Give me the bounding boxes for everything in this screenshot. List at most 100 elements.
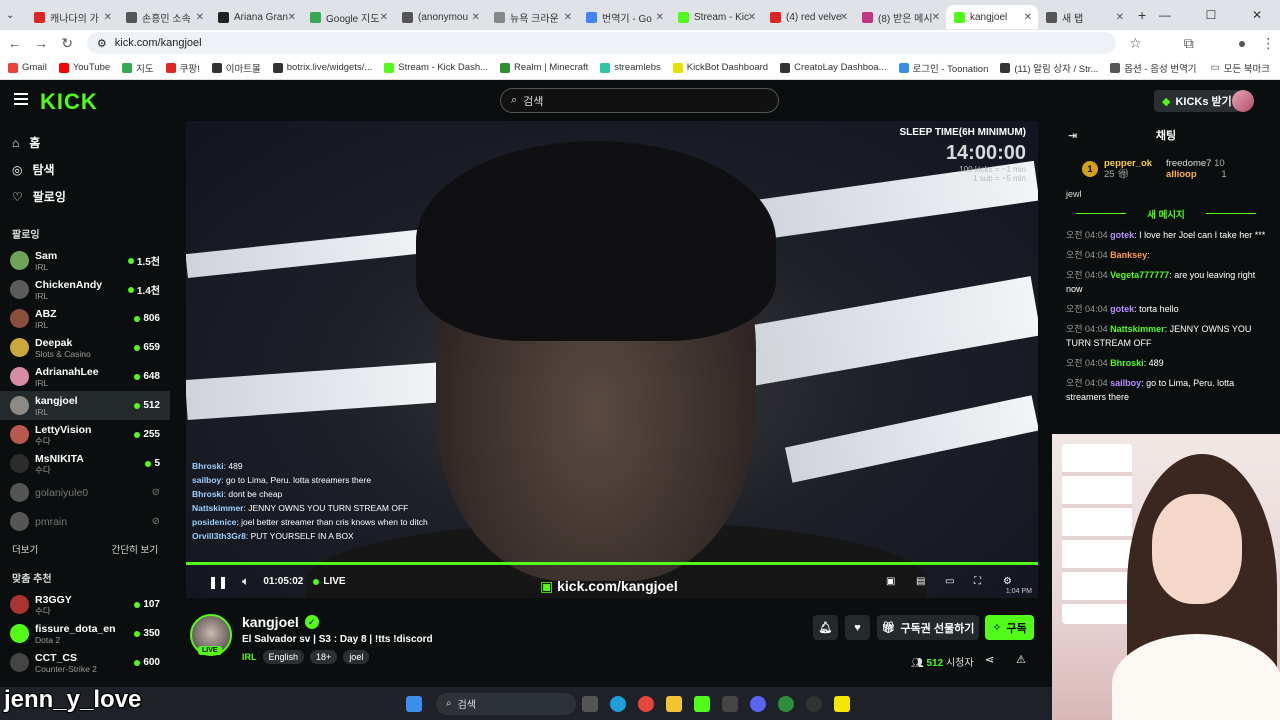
browser-tab[interactable]: Ariana Gran ✕: [210, 5, 302, 29]
chat-message[interactable]: 오전 04:04 sailboy: go to Lima, Peru. lott…: [1052, 373, 1280, 407]
close-tab-icon[interactable]: ✕: [472, 12, 480, 23]
close-tab-icon[interactable]: ✕: [196, 12, 204, 23]
chat-username[interactable]: gotek: [1110, 304, 1134, 314]
nav-home[interactable]: ⌂ 홈: [0, 129, 170, 156]
app-icon[interactable]: [806, 695, 822, 712]
chat-username[interactable]: sailboy: [1110, 378, 1141, 388]
category-link[interactable]: IRL: [242, 652, 257, 662]
chat-message[interactable]: 오전 04:04 Vegeta777777: are you leaving r…: [1052, 265, 1280, 299]
sidebar-channel[interactable]: fissure_dota_en Dota 2 350: [0, 619, 170, 648]
chat-message[interactable]: 오전 04:04 gotek: torta hello: [1052, 299, 1280, 319]
tag[interactable]: English: [262, 650, 305, 664]
close-tab-icon[interactable]: ✕: [1116, 12, 1124, 23]
tag[interactable]: 18+: [310, 650, 338, 664]
pip-icon[interactable]: ▣: [886, 576, 895, 587]
gift-sub-button[interactable]: 🎁︎ 구독권 선물하기: [877, 615, 979, 640]
url-input[interactable]: ⚙ kick.com/kangjoel: [86, 32, 1116, 54]
bookmark-star-icon[interactable]: ☆: [1124, 35, 1147, 52]
gifter-name[interactable]: freedome7: [1166, 158, 1211, 169]
chat-username[interactable]: Banksey: [1110, 250, 1147, 260]
bookmark-item[interactable]: CreatoLay Dashboa...: [780, 62, 887, 73]
minimize-icon[interactable]: —: [1142, 0, 1188, 30]
sidebar-channel[interactable]: CCT_CS Counter-Strike 2 600: [0, 648, 170, 677]
sidebar-channel[interactable]: LettyVision 수다 255: [0, 420, 170, 449]
back-icon[interactable]: ←: [3, 35, 26, 51]
chat-message[interactable]: 오전 04:04 gotek: I love her Joel can I ta…: [1052, 225, 1280, 245]
close-tab-icon[interactable]: ✕: [288, 12, 296, 23]
gifter-name[interactable]: pepper_ok: [1104, 158, 1152, 169]
search-input[interactable]: ⌕ 검색: [500, 88, 779, 113]
taskbar-search[interactable]: ⌕ 검색: [436, 692, 576, 715]
follow-heart-button[interactable]: ♥: [845, 615, 870, 640]
windows-start-icon[interactable]: [406, 695, 422, 712]
fullscreen-icon[interactable]: ⛶: [974, 576, 981, 587]
bookmark-item[interactable]: 옵션 - 음성 번역기: [1110, 61, 1197, 75]
chat-message[interactable]: 오전 04:04 Nattskimmer: JENNY OWNS YOU TUR…: [1052, 319, 1280, 353]
chat-username[interactable]: Bhroski: [1110, 358, 1144, 368]
share-icon[interactable]: ⋖: [985, 653, 994, 666]
kick-app-icon[interactable]: [694, 695, 710, 712]
sidebar-channel-offline[interactable]: golaniyule0 ⊘: [0, 478, 170, 507]
close-tab-icon[interactable]: ✕: [380, 12, 388, 23]
sidebar-channel-offline[interactable]: pmrain ⊘: [0, 507, 170, 536]
bookmark-item[interactable]: 이마트몰: [211, 61, 261, 75]
maximize-icon[interactable]: ☐: [1188, 0, 1234, 30]
notification-bell-button[interactable]: 🔔︎: [813, 615, 838, 640]
bookmark-item[interactable]: botrix.live/widgets/...: [272, 62, 372, 73]
profile-icon[interactable]: ●: [1230, 35, 1253, 51]
sidebar-channel[interactable]: Deepak Slots & Casino 659: [0, 333, 170, 362]
tab-search-icon[interactable]: ⌄: [6, 10, 26, 21]
bookmark-item[interactable]: KickBot Dashboard: [672, 62, 768, 73]
bookmark-item[interactable]: YouTube: [58, 62, 110, 73]
browser-tab[interactable]: 번역기 - Go ✕: [578, 5, 670, 29]
sidebar-channel[interactable]: kangjoel IRL 512: [0, 391, 170, 420]
close-tab-icon[interactable]: ✕: [840, 12, 848, 23]
streamer-name[interactable]: kangjoel: [242, 614, 299, 630]
kakaotalk-icon[interactable]: [834, 695, 850, 712]
chat-username[interactable]: gotek: [1110, 230, 1134, 240]
bookmark-item[interactable]: 지도: [122, 61, 154, 75]
show-more-link[interactable]: 더보기: [12, 542, 38, 556]
browser-tab[interactable]: (4) red velve ✕: [762, 5, 854, 29]
show-less-link[interactable]: 간단히 보기: [112, 542, 158, 556]
browser-tab[interactable]: 새 탭 ✕: [1038, 5, 1130, 29]
close-tab-icon[interactable]: ✕: [748, 12, 756, 23]
theater-icon[interactable]: ▤: [916, 576, 925, 587]
sidebar-channel[interactable]: R3GGY 수다 107: [0, 590, 170, 619]
user-avatar[interactable]: [1232, 90, 1254, 112]
bookmark-item[interactable]: streamlebs: [600, 62, 661, 73]
sidebar-channel[interactable]: AdrianahLee IRL 648: [0, 362, 170, 391]
browser-tab[interactable]: Stream - Kic ✕: [670, 5, 762, 29]
discord-icon[interactable]: [750, 695, 766, 712]
chat-username[interactable]: Vegeta777777: [1110, 270, 1169, 280]
extensions-icon[interactable]: ⧉: [1177, 35, 1200, 52]
close-tab-icon[interactable]: ✕: [104, 12, 112, 23]
sidebar-channel[interactable]: MsNIKITA 수다 5: [0, 449, 170, 478]
settings-icon[interactable]: ⚙: [1003, 576, 1012, 587]
sidebar-channel[interactable]: Sam IRL 1.5천: [0, 246, 170, 275]
close-window-icon[interactable]: ✕: [1234, 0, 1280, 30]
wide-icon[interactable]: ▭: [945, 576, 954, 587]
browser-tab[interactable]: 캐나다의 가 ✕: [26, 5, 118, 29]
app-icon[interactable]: [778, 695, 794, 712]
sidebar-channel[interactable]: ABZ IRL 806: [0, 304, 170, 333]
browser-tab[interactable]: kangjoel ✕: [946, 5, 1038, 29]
site-info-icon[interactable]: ⚙: [97, 37, 107, 50]
forward-icon[interactable]: →: [29, 35, 52, 51]
file-explorer-icon[interactable]: [666, 695, 682, 712]
nav-heart[interactable]: ♡ 팔로잉: [0, 183, 170, 210]
close-tab-icon[interactable]: ✕: [1024, 12, 1032, 23]
video-player[interactable]: SLEEP TIME(6H MINIMUM) 14:00:00 100 kick…: [186, 121, 1038, 598]
nav-compass[interactable]: ◎ 탐색: [0, 156, 170, 183]
task-view-icon[interactable]: [582, 695, 598, 712]
gifter-name[interactable]: allioop: [1166, 169, 1197, 180]
subscribe-button[interactable]: ✧ 구독: [985, 615, 1034, 640]
collapse-chat-icon[interactable]: ⇥: [1068, 129, 1077, 142]
bookmark-item[interactable]: (11) 알림 상자 / Str...: [1000, 61, 1098, 75]
tag[interactable]: joel: [343, 650, 370, 664]
new-messages-divider[interactable]: 새 메시지: [1052, 207, 1280, 221]
pause-icon[interactable]: ❚❚: [208, 575, 228, 589]
volume-icon[interactable]: 🔈︎: [242, 574, 249, 589]
reload-icon[interactable]: ↻: [56, 35, 79, 52]
chat-message[interactable]: 오전 04:04 Banksey:: [1052, 245, 1280, 265]
